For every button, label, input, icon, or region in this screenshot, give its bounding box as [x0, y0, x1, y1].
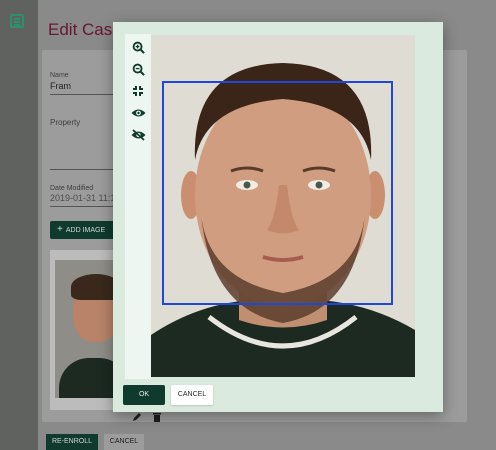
cancel-button[interactable]: CANCEL — [104, 434, 144, 450]
zoom-out-icon[interactable] — [129, 60, 147, 78]
nav-rail — [0, 0, 38, 450]
property-label: Property — [50, 118, 81, 127]
page-title: Edit Case — [48, 20, 122, 39]
face-bounding-box[interactable] — [162, 81, 393, 305]
trash-icon[interactable] — [152, 412, 162, 422]
ok-button[interactable]: OK — [123, 385, 165, 405]
date-modified-value: 2019-01-31 11:15 — [50, 193, 121, 203]
dialog-cancel-button[interactable]: CANCEL — [171, 385, 213, 405]
name-field[interactable]: Fram — [50, 81, 71, 91]
add-image-label: ADD IMAGE — [65, 227, 106, 234]
date-modified-label: Date Modified — [50, 185, 94, 192]
plus-icon: + — [57, 224, 63, 235]
fit-icon[interactable] — [129, 82, 147, 100]
edit-icon[interactable] — [132, 412, 142, 422]
zoom-in-icon[interactable] — [129, 38, 147, 56]
image-crop-dialog: OK CANCEL — [113, 22, 443, 412]
eye-off-icon[interactable] — [129, 126, 147, 144]
list-icon[interactable] — [10, 14, 24, 28]
name-label: Name — [50, 72, 69, 79]
eye-icon[interactable] — [129, 104, 147, 122]
image-toolbar — [125, 34, 151, 379]
re-enroll-button[interactable]: RE-ENROLL — [46, 434, 98, 450]
